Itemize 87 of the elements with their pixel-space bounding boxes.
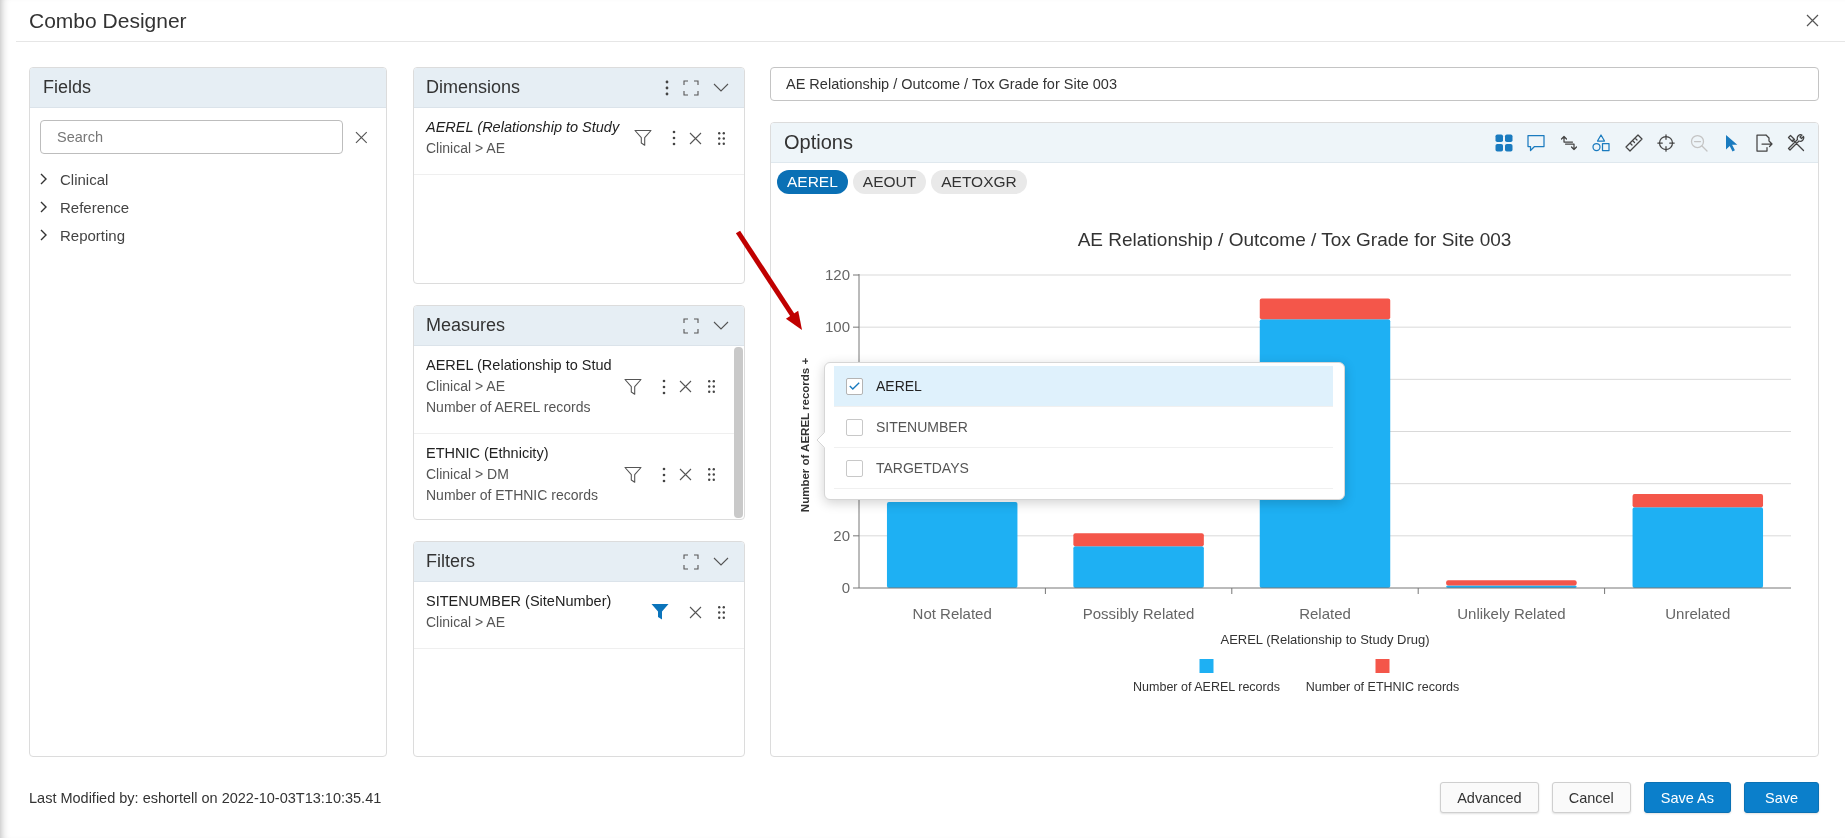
checkbox[interactable] <box>846 418 863 436</box>
last-modified-text: Last Modified by: eshortell on 2022-10-03T13:10:35.41 <box>29 789 382 806</box>
title-input[interactable]: AE Relationship / Outcome / Tox Grade for Site 003 <box>770 67 1819 101</box>
checkbox[interactable] <box>846 377 863 395</box>
category-label: Unrelated <box>1665 605 1731 622</box>
chevron-down-icon[interactable] <box>713 557 729 566</box>
kebab-menu-icon[interactable] <box>662 378 666 395</box>
category-label: Unlikely Related <box>1457 605 1566 622</box>
tick-label: 100 <box>824 318 850 336</box>
tick-label: 20 <box>833 526 850 544</box>
filter-icon[interactable] <box>624 377 642 396</box>
panel-title: Measures <box>426 315 506 336</box>
aggregate-label: Number of ETHNIC records <box>426 486 598 505</box>
tools-icon[interactable] <box>1787 133 1805 152</box>
tick-label: 120 <box>824 266 850 283</box>
drag-handle-icon[interactable] <box>708 468 715 481</box>
aggregate-label: Number of AEREL records <box>426 398 591 417</box>
tab[interactable]: AEREL <box>777 170 848 194</box>
swap-icon[interactable] <box>1559 133 1578 152</box>
x-axis-label: AEREL (Relationship to Study Drug) <box>1220 632 1430 647</box>
ruler-icon[interactable] <box>1624 133 1643 152</box>
export-icon[interactable] <box>1754 133 1773 152</box>
chevron-down-icon[interactable] <box>713 321 729 330</box>
shapes-icon[interactable] <box>1592 133 1610 152</box>
filter-icon[interactable] <box>651 603 669 621</box>
filter-icon[interactable] <box>624 465 642 484</box>
legend-swatch-icon[interactable] <box>1375 659 1390 673</box>
chevron-down-icon[interactable] <box>713 83 729 92</box>
tree-item[interactable]: Reference <box>60 198 130 216</box>
legend-label[interactable]: Number of ETHNIC records <box>1305 680 1460 694</box>
field-path: Clinical > AE <box>426 377 505 396</box>
y-axis-label: Number of AEREL records + <box>799 357 811 513</box>
tree-item[interactable]: Clinical <box>60 170 109 188</box>
close-icon[interactable] <box>1806 14 1819 27</box>
legend-label[interactable]: Number of AEREL records <box>1133 680 1280 694</box>
field-path: Clinical > AE <box>426 613 505 632</box>
field-name: AEREL (Relationship to Stud <box>426 356 612 375</box>
dialog-button[interactable]: Advanced <box>1440 782 1539 813</box>
dialog-button[interactable]: Cancel <box>1551 782 1631 813</box>
field-path: Clinical > DM <box>426 465 509 484</box>
category-label: Possibly Related <box>1082 605 1195 622</box>
chevron-right-icon[interactable] <box>40 173 47 185</box>
close-icon[interactable] <box>679 380 692 393</box>
panel-title: Options <box>784 131 853 154</box>
kebab-menu-icon[interactable] <box>672 130 676 146</box>
tab[interactable]: AEOUT <box>852 170 927 194</box>
panel-title: Filters <box>426 551 475 572</box>
clear-search-icon[interactable] <box>355 130 368 144</box>
kebab-menu-icon[interactable] <box>665 79 669 96</box>
field-name: AEREL (Relationship to Study <box>426 118 620 137</box>
tree-item[interactable]: Reporting <box>60 226 126 244</box>
field-name: ETHNIC (Ethnicity) <box>426 444 549 463</box>
chart-title: AE Relationship / Outcome / Tox Grade for Site 003 <box>1077 229 1512 250</box>
drag-handle-icon[interactable] <box>718 605 725 619</box>
field-item[interactable]: AEREL (Relationship to Study Clinical > AE <box>414 108 744 175</box>
category-label: Related <box>1299 605 1351 622</box>
chevron-right-icon[interactable] <box>40 201 47 213</box>
field-name: SITENUMBER (SiteNumber) <box>426 592 612 611</box>
comment-icon[interactable] <box>1527 133 1545 152</box>
chevron-right-icon[interactable] <box>40 229 47 241</box>
menu-item[interactable]: AEREL <box>834 366 1333 407</box>
dialog-title: Combo Designer <box>29 8 187 33</box>
search-field[interactable]: Search <box>40 120 344 154</box>
kebab-menu-icon[interactable] <box>662 466 666 483</box>
panel-title: Dimensions <box>426 77 521 98</box>
field-item[interactable]: SITENUMBER (SiteNumber) Clinical > AE <box>414 582 744 649</box>
crosshair-icon[interactable] <box>1657 133 1675 152</box>
tick-label: 0 <box>841 579 850 596</box>
dialog-button[interactable]: Save <box>1744 782 1819 813</box>
category-label: Not Related <box>912 605 992 622</box>
panel-title: Fields <box>43 77 91 98</box>
drag-handle-icon[interactable] <box>718 131 725 145</box>
close-icon[interactable] <box>679 468 692 481</box>
checkmark-icon <box>849 382 860 390</box>
drag-handle-icon[interactable] <box>708 380 715 393</box>
dialog-button[interactable]: Save As <box>1643 782 1731 813</box>
field-path: Clinical > AE <box>426 139 505 158</box>
close-icon[interactable] <box>689 605 702 619</box>
menu-item[interactable]: TARGETDAYS <box>834 448 1333 489</box>
menu-item[interactable]: SITENUMBER <box>834 407 1333 448</box>
filter-icon[interactable] <box>634 129 652 147</box>
close-icon[interactable] <box>689 131 702 145</box>
tab[interactable]: AETOXGR <box>931 170 1027 194</box>
scrollbar[interactable] <box>734 347 743 518</box>
checkbox[interactable] <box>846 459 863 477</box>
grid-icon[interactable] <box>1494 133 1513 152</box>
legend-swatch-icon[interactable] <box>1199 659 1214 673</box>
